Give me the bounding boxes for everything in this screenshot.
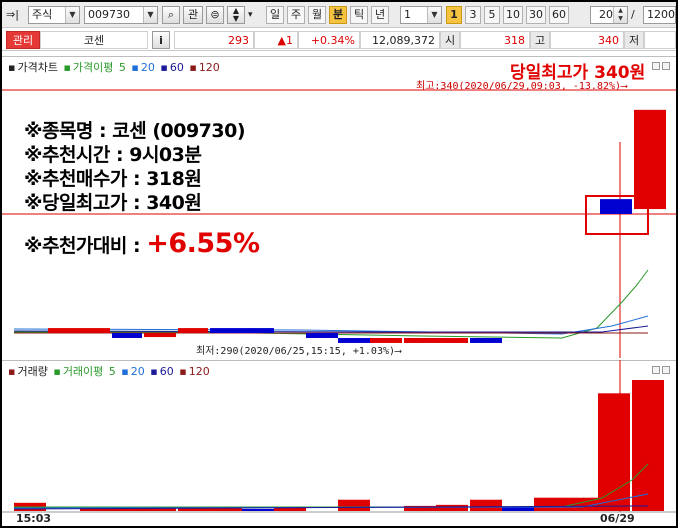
note-recommend-time: ※추천시간 : 9시03분 (24, 144, 202, 166)
candle-down (242, 328, 274, 334)
candle-up (80, 328, 110, 334)
candle-down (210, 328, 242, 334)
volume-bar-up (274, 507, 306, 511)
price-ma5-line (14, 269, 649, 339)
note-vs-recommend-label: ※추천가대비 : (24, 235, 147, 257)
volume-bar-up (598, 393, 630, 511)
candle-down (470, 338, 502, 343)
volume-bar-up (436, 504, 468, 511)
volume-bar-up (338, 499, 370, 511)
candle-up (178, 328, 208, 334)
hts-chart-window: ⇒| 주식 ▼ 009730 ▼ ⌕ 관 ⊜ ▲ ▼ ▾ 일 주 월 분 틱 년 … (2, 2, 676, 526)
note-stock-name: ※종목명 : 코센 (009730) (24, 120, 246, 142)
volume-bar-down (242, 508, 274, 511)
candle-up (634, 109, 666, 210)
max-price-label: 최고:340(2020/06/29,09:03, -13.82%)⟶ (416, 81, 628, 92)
candle-up (404, 338, 436, 343)
volume-bar-up (632, 380, 664, 511)
x-axis-end-label: 06/29 (600, 512, 635, 525)
candle-down (600, 199, 632, 214)
min-price-label: 최저:290(2020/06/25,15:15, +1.03%)⟶ (196, 346, 402, 357)
note-recommend-price: ※추천매수가 : 318원 (24, 168, 202, 190)
note-vs-recommend-value: +6.55% (146, 228, 260, 259)
volume-bar-up (470, 499, 502, 511)
candle-down (306, 333, 338, 338)
note-day-high: ※당일최고가 : 340원 (24, 192, 202, 214)
candle-up (144, 333, 176, 338)
candle-up (436, 338, 468, 343)
x-axis-start-label: 15:03 (16, 512, 52, 525)
volume-bar-up (534, 497, 566, 511)
note-vs-recommend: ※추천가대비 : +6.55% (24, 228, 260, 259)
candle-up (48, 328, 80, 334)
candle-down (112, 333, 142, 338)
